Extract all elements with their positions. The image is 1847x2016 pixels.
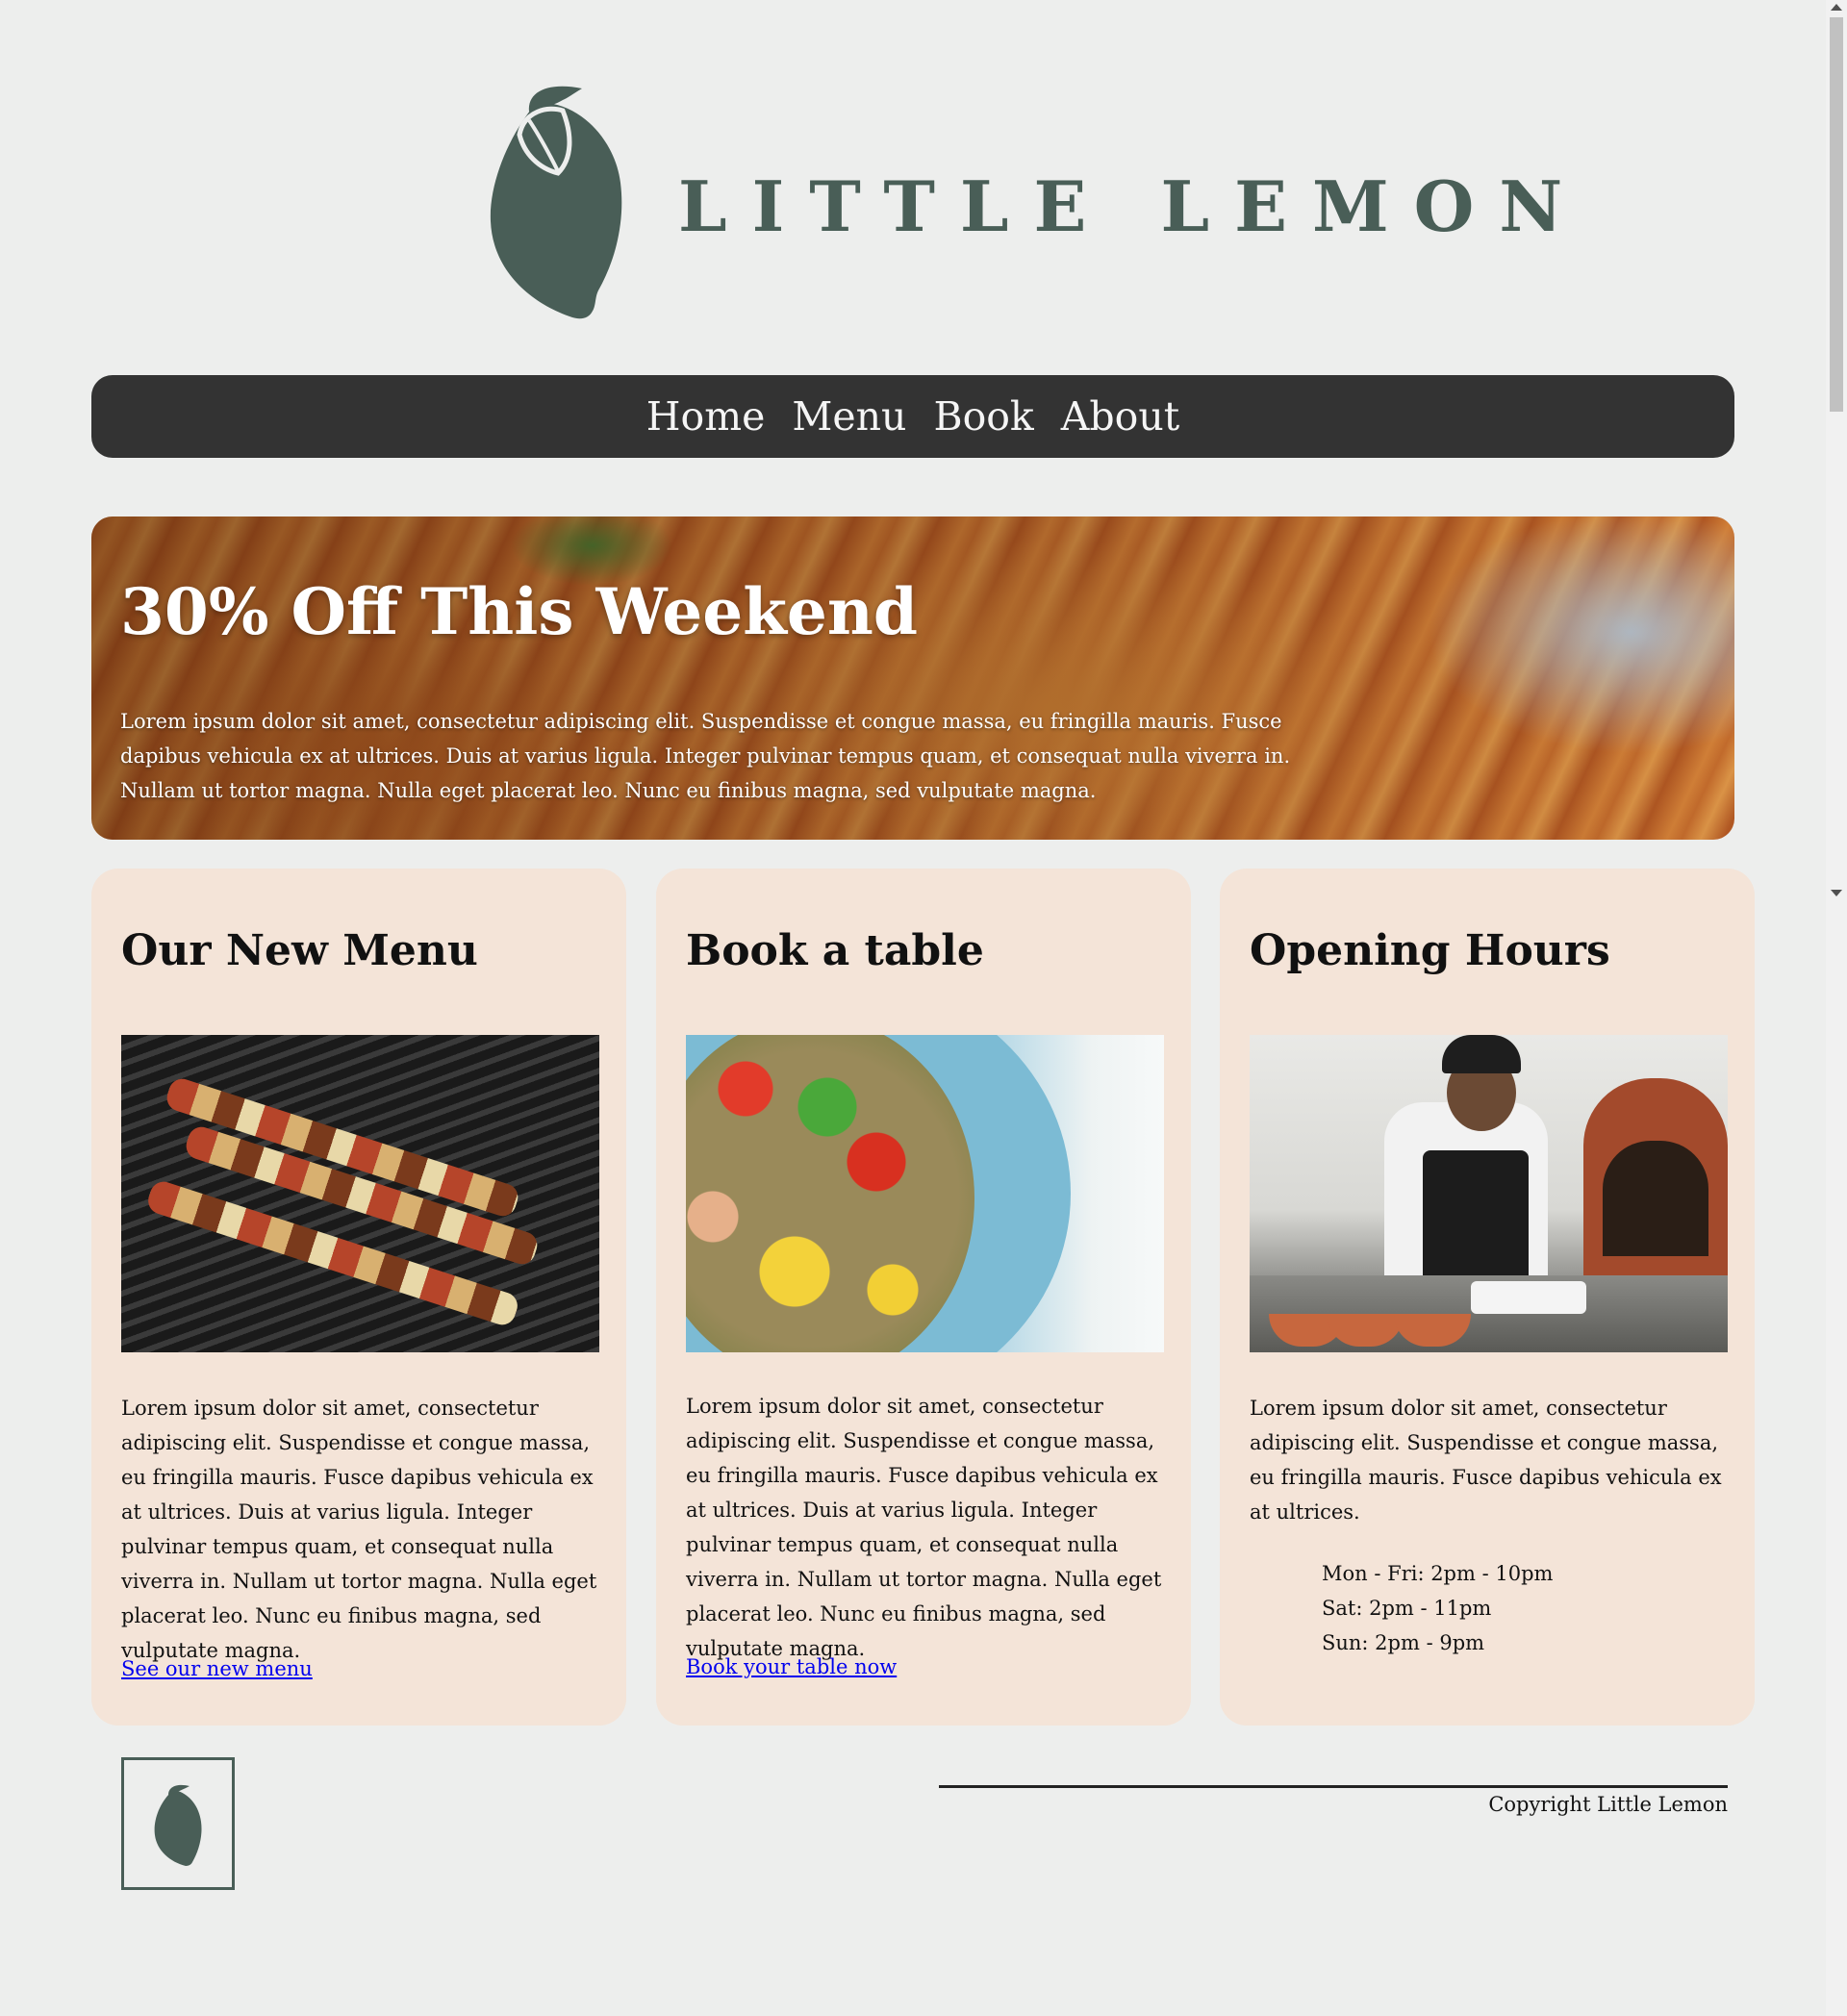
nav-item-menu[interactable]: Menu [790,393,908,440]
footer-divider [939,1785,1728,1788]
opening-hours-list: Mon - Fri: 2pm - 10pm Sat: 2pm - 11pm Su… [1322,1556,1553,1660]
copyright-text: Copyright Little Lemon [1488,1793,1728,1816]
brand-name: LITTLE LEMON [678,165,1588,247]
card-text: Lorem ipsum dolor sit amet, consectetur … [1250,1397,1722,1524]
card-opening-hours: Opening Hours Lorem ipsum dolor sit amet… [1220,869,1755,1726]
lemon-logo-icon [490,86,622,319]
site-logo: LITTLE LEMON [481,77,1562,327]
card-book-table: Book a table Lorem ipsum dolor sit amet,… [656,869,1191,1726]
card-title: Opening Hours [1250,926,1610,975]
scroll-down-arrow-icon[interactable] [1831,890,1842,896]
card-title: Our New Menu [121,926,478,975]
card-text: Lorem ipsum dolor sit amet, consectetur … [686,1395,1162,1660]
card-text: Lorem ipsum dolor sit amet, consectetur … [121,1397,597,1662]
card-title: Book a table [686,926,984,975]
scrollbar-thumb[interactable] [1830,17,1843,412]
hero-title: 30% Off This Weekend [120,574,919,649]
scroll-up-arrow-icon[interactable] [1831,4,1842,11]
nav-item-about[interactable]: About [1059,393,1181,440]
grilled-skewers-image [121,1035,599,1352]
vertical-scrollbar[interactable] [1826,0,1847,2016]
nav-item-home[interactable]: Home [645,393,768,440]
book-table-link[interactable]: Book your table now [686,1655,897,1678]
card-new-menu: Our New Menu Lorem ipsum dolor sit amet,… [91,869,626,1726]
footer-logo [121,1757,235,1890]
nav-item-book[interactable]: Book [931,393,1035,440]
hours-saturday: Sat: 2pm - 11pm [1322,1597,1492,1620]
hero-banner: 30% Off This Weekend Lorem ipsum dolor s… [91,517,1734,840]
salad-plate-image [686,1035,1164,1352]
chef-kitchen-image [1250,1035,1728,1352]
hours-weekdays: Mon - Fri: 2pm - 10pm [1322,1562,1554,1585]
hours-sunday: Sun: 2pm - 9pm [1322,1631,1485,1654]
lemon-icon [154,1784,202,1866]
see-menu-link[interactable]: See our new menu [121,1657,313,1680]
hero-text: Lorem ipsum dolor sit amet, consectetur … [120,710,1291,802]
main-nav: Home Menu Book About [91,375,1734,458]
